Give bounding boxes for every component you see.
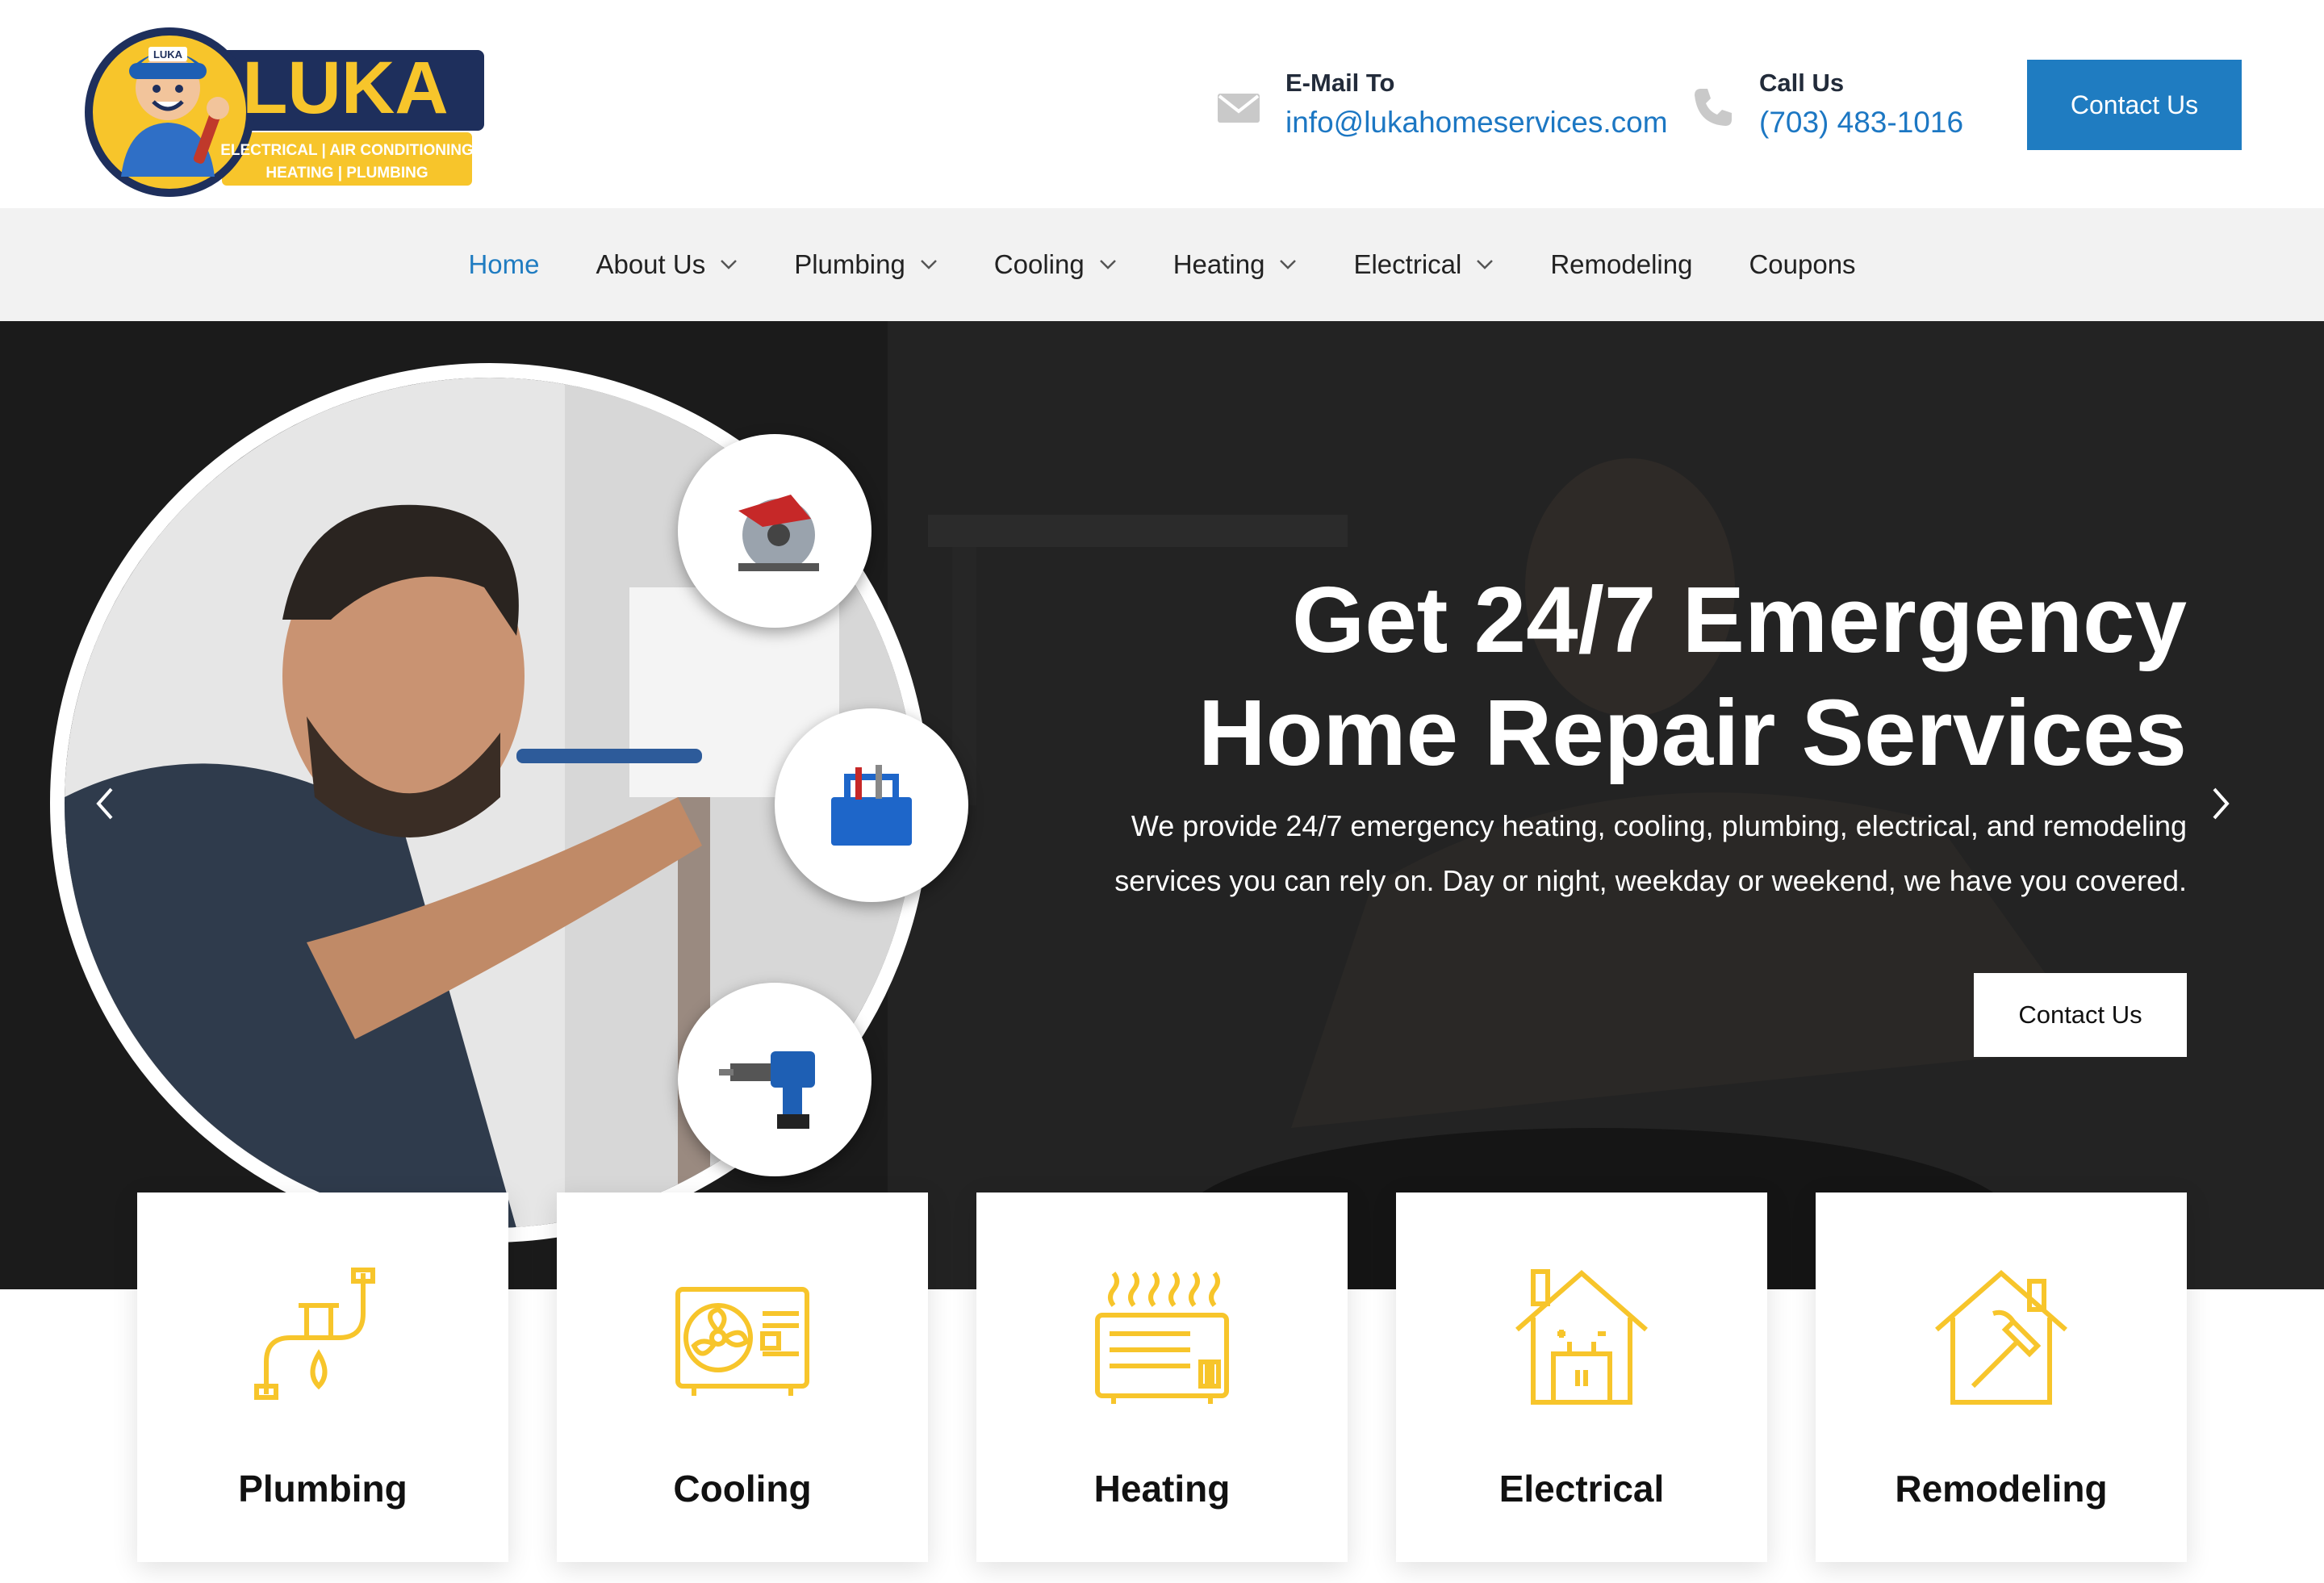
electrical-house-icon [1515, 1269, 1648, 1405]
toolbox-icon [831, 765, 912, 846]
carousel-next-button[interactable] [2203, 771, 2238, 836]
chevron-right-icon [2213, 787, 2230, 820]
nav-item-cooling[interactable]: Cooling [994, 249, 1117, 280]
main-nav: Home About Us Plumbing Cooling Heating E… [0, 208, 2324, 321]
chevron-down-icon [721, 260, 738, 269]
chevron-down-icon [1280, 260, 1297, 269]
nav-label: Remodeling [1550, 249, 1693, 279]
hero-subtitle-line-2: services you can rely on. Day or night, … [1114, 864, 2187, 897]
nav-label: Heating [1172, 249, 1265, 279]
hero-title-line-1: Get 24/7 Emergency [1291, 567, 2187, 672]
phone-icon [1695, 89, 1732, 126]
chevron-left-icon [96, 787, 113, 820]
nav-label: Plumbing [794, 249, 905, 279]
nav-label: About Us [596, 249, 706, 279]
chevron-down-icon [1099, 260, 1116, 269]
service-title: Heating [1093, 1468, 1231, 1510]
hero-contact-button[interactable]: Contact Us [1974, 973, 2187, 1057]
remodel-house-icon [1935, 1270, 2067, 1405]
heater-icon [1095, 1272, 1229, 1404]
phone-label: Call Us [1759, 69, 1845, 97]
nav-label: Electrical [1353, 249, 1462, 279]
brand-name: LUKA [242, 47, 449, 129]
service-title: Cooling [673, 1468, 812, 1510]
service-card-plumbing[interactable]: Plumbing [137, 1192, 508, 1562]
nav-label: Coupons [1749, 249, 1856, 279]
site-header: LUKA LUKA ELECTRICAL | AIR CONDITIONING … [0, 0, 2324, 208]
ac-unit-icon [675, 1287, 809, 1396]
email-contact: E-Mail To info@lukahomeservices.com [1214, 66, 1668, 155]
plumbing-pipe-icon [254, 1268, 375, 1400]
luka-logo[interactable]: LUKA LUKA ELECTRICAL | AIR CONDITIONING … [81, 11, 492, 197]
service-card-electrical[interactable]: Electrical [1396, 1192, 1767, 1562]
chevron-down-icon [920, 260, 937, 269]
brand-tagline-2: HEATING | PLUMBING [265, 165, 428, 182]
nav-label: Cooling [993, 249, 1085, 279]
hero-subtitle-line-1: We provide 24/7 emergency heating, cooli… [1131, 809, 2187, 842]
hero-title: Get 24/7 Emergency Home Repair Services [1057, 563, 2187, 789]
drill-icon [719, 1051, 815, 1129]
nav-item-remodeling[interactable]: Remodeling [1550, 249, 1692, 280]
hero-slider: Get 24/7 Emergency Home Repair Services … [0, 321, 2324, 1289]
nav-item-about-us[interactable]: About Us [596, 249, 738, 280]
service-card-remodeling[interactable]: Remodeling [1816, 1192, 2187, 1562]
phone-link[interactable]: (703) 483-1016 [1759, 103, 1963, 142]
email-link[interactable]: info@lukahomeservices.com [1285, 103, 1668, 142]
email-label: E-Mail To [1285, 69, 1395, 97]
hero-subtitle: We provide 24/7 emergency heating, cooli… [1057, 799, 2187, 908]
service-title: Electrical [1498, 1468, 1665, 1510]
chevron-down-icon [1477, 260, 1494, 269]
toolbox-image [775, 708, 968, 902]
carousel-prev-button[interactable] [87, 771, 123, 836]
service-title: Plumbing [238, 1468, 408, 1510]
nav-item-plumbing[interactable]: Plumbing [794, 249, 938, 280]
service-title: Remodeling [1895, 1468, 2108, 1510]
service-card-cooling[interactable]: Cooling [557, 1192, 928, 1562]
nav-item-electrical[interactable]: Electrical [1353, 249, 1494, 280]
envelope-icon [1218, 94, 1260, 123]
brand-tagline-1: ELECTRICAL | AIR CONDITIONING [220, 142, 474, 159]
phone-contact: Call Us (703) 483-1016 [1688, 66, 1963, 155]
nav-item-heating[interactable]: Heating [1173, 249, 1298, 280]
services-row: Plumbing Cooling Heating Electrical Remo… [0, 1192, 2324, 1583]
service-card-heating[interactable]: Heating [976, 1192, 1348, 1562]
hammer-drill-image [678, 983, 872, 1176]
nav-label: Home [468, 249, 540, 279]
nav-item-home[interactable]: Home [468, 249, 539, 280]
cap-text: LUKA [153, 48, 183, 61]
header-contact-button[interactable]: Contact Us [2027, 60, 2242, 150]
circular-saw-image [678, 434, 872, 628]
hero-title-line-2: Home Repair Services [1198, 680, 2187, 785]
circular-saw-icon [738, 495, 819, 571]
nav-item-coupons[interactable]: Coupons [1749, 249, 1855, 280]
